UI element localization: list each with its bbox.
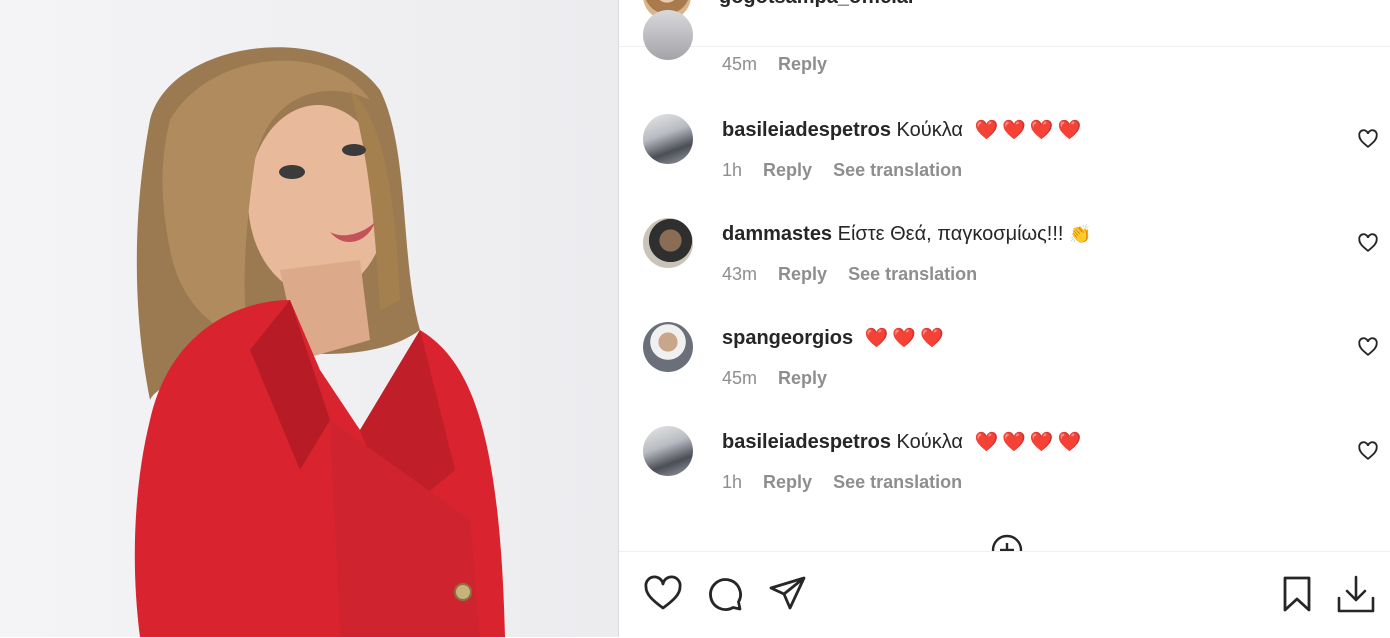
reply-button[interactable]: Reply: [778, 54, 827, 74]
heart-outline-icon[interactable]: [1357, 232, 1379, 254]
share-paper-plane-icon[interactable]: [768, 574, 808, 614]
reply-button[interactable]: Reply: [778, 264, 827, 284]
reply-button[interactable]: Reply: [763, 160, 812, 180]
comment-username[interactable]: dammastes: [722, 223, 832, 245]
comment-username[interactable]: basileiadespetros: [722, 119, 891, 141]
comment-time: 45m: [722, 54, 758, 74]
comment-avatar[interactable]: [643, 10, 693, 60]
see-translation-button[interactable]: See translation: [833, 472, 962, 492]
post-image[interactable]: [0, 0, 618, 637]
comment-time: 45m: [722, 368, 758, 388]
comment-avatar[interactable]: [643, 218, 693, 268]
comment-meta: 45m Reply: [722, 368, 843, 389]
heart-emoji: ❤️❤️❤️❤️: [974, 120, 1086, 141]
comment-text: basileiadespetros Κούκλα ❤️❤️❤️❤️: [722, 118, 1085, 143]
comment-item: spangeorgios ❤️❤️❤️ 45m Reply: [619, 322, 1390, 402]
post-action-bar: [619, 551, 1390, 638]
heart-outline-icon[interactable]: [1357, 128, 1379, 150]
comment-avatar[interactable]: [643, 322, 693, 372]
comment-item: basileiadespetros Κούκλα ❤️❤️❤️❤️ 1h Rep…: [619, 114, 1390, 194]
see-translation-button[interactable]: See translation: [848, 264, 977, 284]
clap-emoji: 👏: [1069, 224, 1092, 244]
comment-text: dammastes Είστε Θεά, παγκοσμίως!!! 👏: [722, 222, 1091, 246]
comment-body: Κούκλα: [896, 431, 963, 453]
comment-meta: 1h Reply See translation: [722, 472, 978, 493]
comment-avatar[interactable]: [643, 114, 693, 164]
comment-meta: 43m Reply See translation: [722, 264, 993, 285]
comment-body: Κούκλα: [896, 119, 963, 141]
comment-partial: 45m Reply: [619, 0, 1390, 80]
heart-emoji: ❤️❤️❤️: [864, 328, 948, 349]
comment-text: basileiadespetros Κούκλα ❤️❤️❤️❤️: [722, 430, 1085, 455]
comment-body: Είστε Θεά, παγκοσμίως!!!: [837, 223, 1064, 245]
comment-item: basileiadespetros Κούκλα ❤️❤️❤️❤️ 1h Rep…: [619, 426, 1390, 506]
see-translation-button[interactable]: See translation: [833, 160, 962, 180]
comment-item: dammastes Είστε Θεά, παγκοσμίως!!! 👏 43m…: [619, 218, 1390, 298]
comment-meta: 1h Reply See translation: [722, 160, 978, 181]
comment-time: 43m: [722, 264, 758, 284]
heart-outline-icon[interactable]: [1357, 336, 1379, 358]
save-bookmark-icon[interactable]: [1277, 574, 1317, 614]
heart-outline-icon[interactable]: [1357, 440, 1379, 462]
comment-meta: 45m Reply: [722, 54, 843, 75]
like-heart-icon[interactable]: [643, 574, 683, 614]
heart-emoji: ❤️❤️❤️❤️: [974, 432, 1086, 453]
comment-username[interactable]: basileiadespetros: [722, 431, 891, 453]
reply-button[interactable]: Reply: [763, 472, 812, 492]
comment-bubble-icon[interactable]: [705, 574, 745, 614]
comment-text: spangeorgios ❤️❤️❤️: [722, 326, 948, 351]
comment-avatar[interactable]: [643, 426, 693, 476]
download-icon[interactable]: [1336, 574, 1376, 614]
portrait-illustration: [134, 47, 505, 637]
reply-button[interactable]: Reply: [778, 368, 827, 388]
comment-time: 1h: [722, 472, 743, 492]
comments-panel: gogotsampa_official ··· 45m Reply basile…: [618, 0, 1390, 638]
comment-username[interactable]: spangeorgios: [722, 327, 853, 349]
comment-time: 1h: [722, 160, 743, 180]
